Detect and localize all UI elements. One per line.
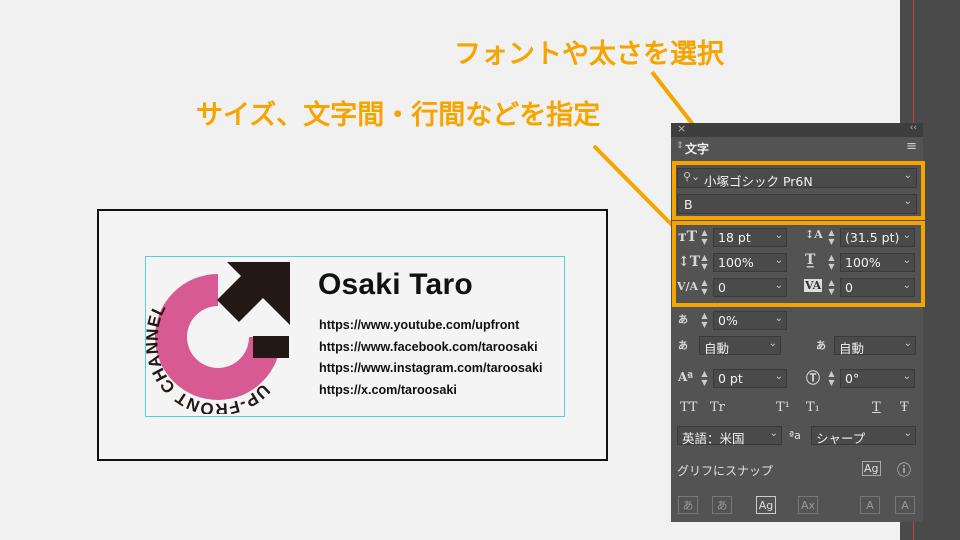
tsume-icon: あ (678, 315, 688, 326)
strikethrough-button[interactable]: Ŧ (900, 400, 909, 415)
highlight-font-area (672, 161, 925, 220)
glyph-snap-icon[interactable]: Ag (862, 461, 881, 476)
chevron-down-icon: ⌄ (774, 313, 783, 324)
chevron-down-icon: ⌄ (774, 371, 783, 382)
baseline-shift-stepper[interactable]: ▲ ▼ (699, 369, 710, 388)
chevron-down-icon: ⌄ (903, 338, 912, 349)
snap-angular-icon[interactable]: A (860, 496, 880, 514)
collapse-icon[interactable]: ‹‹ (910, 123, 917, 133)
expand-toggle-icon[interactable]: ⇕ (676, 141, 684, 151)
chevron-down-icon: ⌄ (903, 428, 912, 439)
tab-character[interactable]: 文字 (685, 140, 709, 157)
rotation-stepper[interactable]: ▲ ▼ (826, 369, 837, 388)
aki-right-value: 自動 (839, 341, 865, 356)
chevron-down-icon: ⌄ (768, 338, 777, 349)
antialias-select[interactable]: シャープ ⌄ (811, 426, 916, 446)
aki-left-icon: あ (678, 341, 688, 352)
chevron-down-icon: ⌄ (769, 428, 778, 439)
snap-xheight-icon[interactable]: あ (712, 496, 732, 514)
rotation-value: 0° (845, 371, 860, 386)
superscript-button[interactable]: T¹ (776, 400, 790, 415)
chevron-down-icon: ⌄ (902, 371, 911, 382)
up-front-channel-logo: UP-FRONT CHANNEL (143, 262, 290, 414)
snap-proximity-icon[interactable]: Ax (798, 496, 818, 514)
aki-right-select[interactable]: 自動 ⌄ (834, 336, 916, 356)
rotation-input[interactable]: 0° ⌄ (840, 369, 915, 388)
logo-arrow-stem-horizontal (253, 336, 289, 358)
language-select[interactable]: 英語：米国 ⌄ (677, 426, 782, 446)
rotation-icon: Ⓣ (806, 371, 820, 387)
annotation-font-select: フォントや太さを選択 (454, 39, 724, 70)
card-link-x: https://x.com/taroosaki (319, 383, 457, 397)
tsume-stepper[interactable]: ▲ ▼ (699, 311, 710, 330)
highlight-spacing-area (672, 221, 925, 307)
aki-right-icon: あ (816, 341, 826, 352)
antialias-icon: ªa (789, 429, 801, 442)
card-name: Osaki Taro (318, 268, 473, 301)
baseline-shift-input[interactable]: 0 pt ⌄ (713, 369, 787, 388)
tsume-value: 0% (718, 313, 738, 328)
card-link-facebook: https://www.facebook.com/taroosaki (319, 340, 538, 354)
baseline-shift-value: 0 pt (718, 371, 743, 386)
snap-anchor-icon[interactable]: A (895, 496, 915, 514)
language-value: 英語：米国 (682, 431, 745, 446)
panel-titlebar: × ‹‹ (671, 122, 923, 137)
aki-left-value: 自動 (704, 341, 730, 356)
logo-arrow-head (217, 262, 290, 325)
baseline-shift-icon: Aª (678, 370, 694, 384)
card-link-instagram: https://www.instagram.com/taroosaki (319, 361, 543, 375)
panel-header: ⇕ 文字 ≡ (671, 137, 923, 159)
annotation-spacing: サイズ、文字間・行間などを指定 (196, 100, 601, 131)
subscript-button[interactable]: T₁ (806, 400, 820, 415)
snap-glyph-bounds-icon[interactable]: Ag (756, 496, 776, 514)
close-icon[interactable]: × (677, 122, 686, 135)
panel-menu-icon[interactable]: ≡ (906, 139, 917, 154)
snap-baseline-icon[interactable]: あ (678, 496, 698, 514)
tsume-input[interactable]: 0% ⌄ (713, 311, 787, 330)
all-caps-button[interactable]: TT (680, 400, 698, 415)
aki-left-select[interactable]: 自動 ⌄ (699, 336, 781, 356)
snap-to-glyph-label: グリフにスナップ (677, 464, 774, 478)
underline-button[interactable]: T (872, 400, 881, 415)
card-link-youtube: https://www.youtube.com/upfront (319, 318, 520, 332)
info-icon[interactable]: ⓘ (897, 460, 911, 480)
small-caps-button[interactable]: Tr (710, 400, 725, 415)
antialias-value: シャープ (816, 431, 866, 446)
